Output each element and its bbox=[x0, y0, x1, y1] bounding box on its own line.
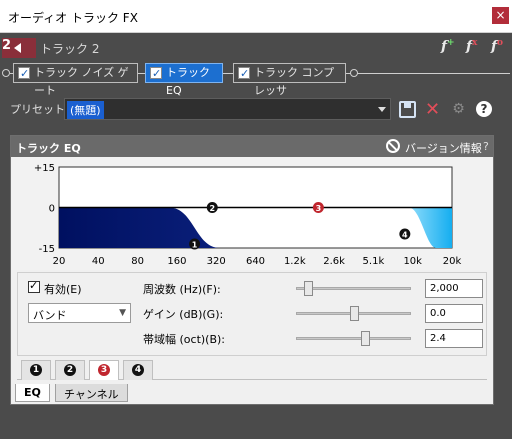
gain-input[interactable]: 0.0 bbox=[425, 304, 483, 323]
band-marker-label: 4 bbox=[402, 231, 408, 240]
chain-start-node bbox=[2, 69, 10, 77]
preset-value: (無題) bbox=[67, 101, 104, 119]
bandwidth-slider[interactable] bbox=[296, 331, 411, 346]
x-tick-label: 80 bbox=[131, 256, 144, 267]
x-tick-label: 5.1k bbox=[363, 256, 385, 267]
y-tick-label: 0 bbox=[49, 204, 55, 215]
band-tab-1[interactable]: 1 bbox=[21, 360, 51, 380]
fx-add-icon[interactable]: f+ bbox=[441, 38, 455, 55]
eq-curve-chart[interactable]: +15 0 -1520 40 80 160 320 640 1.2k 2.6k 5.1k 10k 20k… bbox=[11, 157, 493, 270]
frequency-slider[interactable] bbox=[296, 281, 411, 296]
frequency-slider-thumb[interactable] bbox=[304, 281, 314, 296]
band-tab-3[interactable]: 3 bbox=[89, 360, 119, 380]
plugin-enable-checkbox[interactable] bbox=[18, 65, 30, 83]
plugin-enable-checkbox[interactable] bbox=[150, 65, 162, 83]
preset-label: プリセット: bbox=[10, 103, 69, 116]
bottom-tabs: EQ チャンネル bbox=[11, 384, 493, 404]
plugin-chip-track-eq[interactable]: トラック EQ bbox=[145, 63, 223, 97]
enable-checkbox[interactable] bbox=[28, 279, 40, 293]
frequency-input[interactable]: 2,000 bbox=[425, 279, 483, 298]
bandwidth-input[interactable]: 2.4 bbox=[425, 329, 483, 348]
chevron-down-icon: ▼ bbox=[119, 308, 126, 318]
gear-icon[interactable]: ⚙ bbox=[450, 101, 467, 118]
fx-remove-icon[interactable]: fx bbox=[466, 38, 477, 55]
bandwidth-label: 帯域幅 (oct)(B): bbox=[143, 333, 226, 346]
band-marker-label: 1 bbox=[192, 241, 198, 250]
panel-help-button[interactable]: ? bbox=[483, 140, 489, 153]
bypass-icon[interactable] bbox=[386, 139, 400, 153]
eq-panel: トラック EQ バージョン情報 ? +15 0 -15 20 40 80 160 320 640… bbox=[10, 135, 494, 405]
preset-dropdown[interactable]: (無題) bbox=[64, 98, 391, 120]
band-tab-2[interactable]: 2 bbox=[55, 360, 85, 380]
title-bar: オーディオ トラック FX × bbox=[0, 0, 512, 33]
band-tab-4[interactable]: 4 bbox=[123, 360, 153, 380]
chain-end-node bbox=[350, 69, 358, 77]
bandwidth-slider-thumb[interactable] bbox=[360, 331, 370, 346]
track-number-badge[interactable]: 2 bbox=[2, 38, 36, 58]
eq-graph-area[interactable]: +15 0 -15 20 40 80 160 320 640 1.2k 2.6k 5.1k 10k 20k… bbox=[11, 157, 493, 270]
x-tick-label: 160 bbox=[167, 256, 186, 267]
frequency-label: 周波数 (Hz)(F): bbox=[143, 283, 221, 296]
gain-slider-thumb[interactable] bbox=[350, 306, 359, 321]
track-number: 2 bbox=[2, 38, 12, 53]
plugin-enable-checkbox[interactable] bbox=[238, 65, 250, 83]
band-marker-label: 3 bbox=[316, 204, 322, 213]
x-tick-label: 1.2k bbox=[284, 256, 306, 267]
tab-eq[interactable]: EQ bbox=[15, 384, 50, 402]
tab-channel[interactable]: チャンネル bbox=[55, 384, 128, 402]
triangle-left-icon bbox=[14, 43, 21, 53]
x-tick-label: 20k bbox=[443, 256, 462, 267]
x-tick-label: 640 bbox=[246, 256, 265, 267]
x-tick-label: 320 bbox=[207, 256, 226, 267]
filter-type-select[interactable]: バンド ▼ bbox=[28, 303, 131, 323]
x-tick-label: 20 bbox=[53, 256, 66, 267]
fx-chain-icon[interactable]: fo bbox=[491, 38, 503, 55]
x-tick-label: 2.6k bbox=[323, 256, 345, 267]
window-title: オーディオ トラック FX bbox=[8, 11, 138, 25]
gain-label: ゲイン (dB)(G): bbox=[143, 308, 224, 321]
plugin-chip-compressor[interactable]: トラック コンプレッサ bbox=[233, 63, 346, 97]
panel-header: トラック EQ バージョン情報 ? bbox=[11, 136, 493, 157]
y-tick-label: -15 bbox=[39, 244, 55, 255]
gain-slider[interactable] bbox=[296, 306, 411, 321]
track-name: トラック 2 bbox=[40, 42, 100, 56]
save-icon[interactable] bbox=[399, 101, 416, 118]
y-tick-label: +15 bbox=[34, 163, 55, 174]
band-controls: 有効(E) バンド ▼ 周波数 (Hz)(F): 2,000 ゲイン (dB)(… bbox=[17, 272, 487, 356]
band-marker-label: 2 bbox=[209, 204, 215, 213]
enable-label[interactable]: 有効(E) bbox=[44, 281, 82, 297]
version-info-link[interactable]: バージョン情報 bbox=[405, 140, 482, 156]
help-icon[interactable]: ? bbox=[476, 101, 492, 117]
x-tick-label: 40 bbox=[92, 256, 105, 267]
delete-icon[interactable]: ✕ bbox=[424, 101, 441, 119]
chevron-down-icon bbox=[378, 107, 386, 112]
filter-type-value: バンド bbox=[33, 309, 67, 322]
panel-title: トラック EQ bbox=[16, 142, 81, 155]
x-tick-label: 10k bbox=[403, 256, 422, 267]
band-tabs: 1 2 3 4 bbox=[17, 358, 487, 380]
plugin-chip-noise-gate[interactable]: トラック ノイズ ゲート bbox=[13, 63, 138, 97]
close-button[interactable]: × bbox=[492, 7, 509, 24]
